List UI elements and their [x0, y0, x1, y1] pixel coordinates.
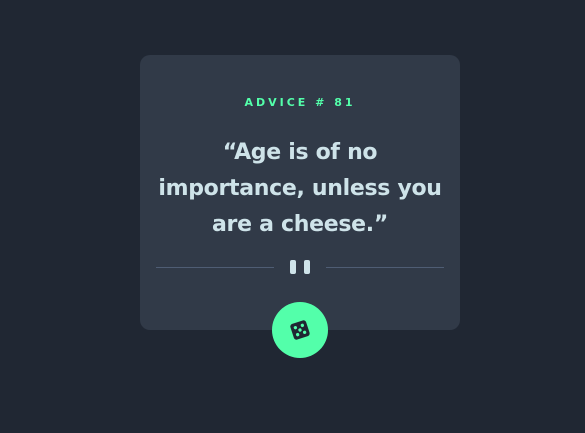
divider-line-right [326, 267, 444, 268]
advice-quote: “Age is of no importance, unless you are… [158, 140, 442, 237]
advice-card: ADVICE # 81 “Age is of no importance, un… [140, 55, 460, 330]
divider [156, 259, 444, 275]
dice-button[interactable] [272, 302, 328, 358]
page: ADVICE # 81 “Age is of no importance, un… [0, 0, 585, 433]
dice-icon [290, 320, 310, 340]
pause-icon [290, 260, 310, 274]
divider-line-left [156, 267, 274, 268]
advice-id: ADVICE # 81 [244, 96, 356, 109]
